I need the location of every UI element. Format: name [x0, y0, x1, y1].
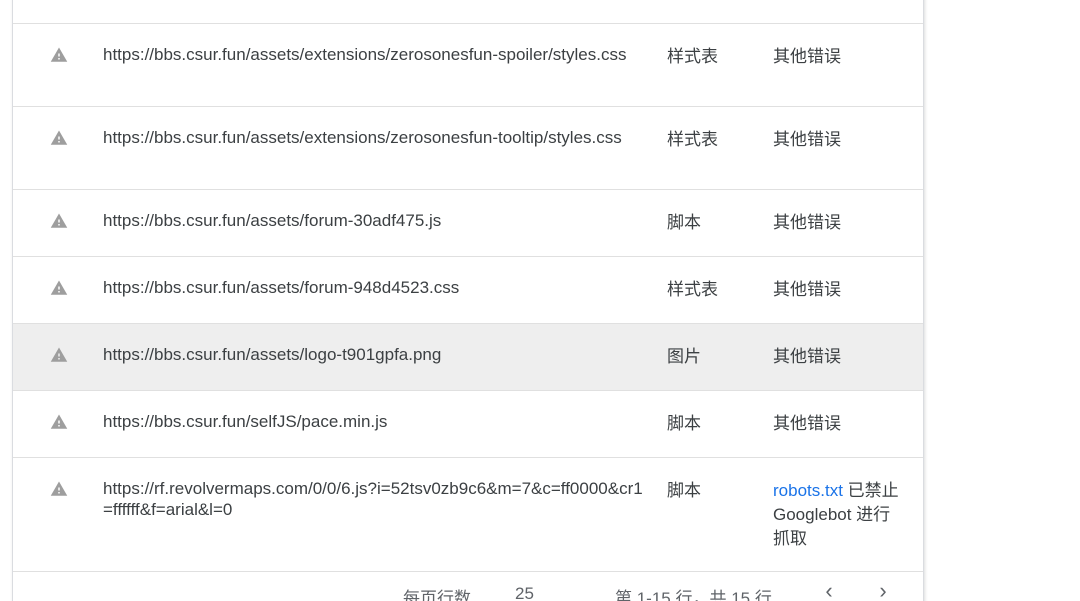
resource-url: https://bbs.csur.fun/assets/forum-30adf4… [103, 211, 442, 230]
resource-status: 其他错误 [773, 414, 841, 433]
table-row[interactable]: https://rf.revolvermaps.com/0/0/6.js?i=5… [13, 458, 923, 572]
chevron-right-icon[interactable]: › [871, 578, 895, 601]
rows-per-page-select[interactable]: 25 [515, 584, 534, 601]
table-row[interactable]: https://bbs.csur.fun/assets/extensions/z… [13, 107, 923, 190]
chevron-left-icon[interactable]: ‹ [817, 578, 841, 601]
warning-icon [50, 130, 68, 145]
resource-status: 其他错误 [773, 213, 841, 232]
resource-status: robots.txt 已禁止 Googlebot 进行抓取 [773, 479, 901, 551]
warning-icon [50, 347, 68, 362]
pagination-range: 第 1-15 行，共 15 行 [615, 589, 772, 601]
table-pagination: 每页行数 25 第 1-15 行，共 15 行 ‹ › [13, 570, 923, 601]
resource-type: 样式表 [667, 280, 718, 299]
resource-status: 其他错误 [773, 280, 841, 299]
resource-type: 图片 [667, 347, 701, 366]
rows-per-page-label: 每页行数 [403, 589, 471, 601]
resource-url: https://bbs.csur.fun/assets/logo-t901gpf… [103, 345, 442, 364]
resource-url: https://bbs.csur.fun/assets/forum-948d45… [103, 278, 460, 297]
warning-icon [50, 481, 68, 496]
table-row[interactable]: https://bbs.csur.fun/assets/forum-30adf4… [13, 190, 923, 257]
resource-url: https://bbs.csur.fun/selfJS/pace.min.js [103, 412, 388, 431]
resource-status: 其他错误 [773, 47, 841, 66]
warning-icon [50, 47, 68, 62]
robots-txt-link[interactable]: robots.txt [773, 481, 843, 500]
resource-url: https://rf.revolvermaps.com/0/0/6.js?i=5… [103, 479, 643, 519]
warning-icon [50, 213, 68, 228]
table-row[interactable]: https://bbs.csur.fun/assets/forum-948d45… [13, 257, 923, 324]
table-row[interactable]: https://bbs.csur.fun/selfJS/pace.min.js … [13, 391, 923, 458]
table-row[interactable]: https://bbs.csur.fun/assets/logo-t901gpf… [13, 324, 923, 391]
table-body: https://bbs.csur.fun/assets/extensions/z… [13, 24, 923, 572]
resource-type: 脚本 [667, 481, 701, 500]
resource-status: 其他错误 [773, 130, 841, 149]
resource-type: 样式表 [667, 47, 718, 66]
resource-status: 其他错误 [773, 347, 841, 366]
page: https://bbs.csur.fun/assets/extensions/z… [0, 0, 1080, 601]
previous-row-stub [13, 0, 923, 24]
resource-type: 样式表 [667, 130, 718, 149]
table-row[interactable]: https://bbs.csur.fun/assets/extensions/z… [13, 24, 923, 107]
resource-url: https://bbs.csur.fun/assets/extensions/z… [103, 128, 622, 147]
resource-type: 脚本 [667, 213, 701, 232]
resource-url: https://bbs.csur.fun/assets/extensions/z… [103, 45, 627, 64]
blocked-resources-table: https://bbs.csur.fun/assets/extensions/z… [12, 0, 924, 601]
warning-icon [50, 414, 68, 429]
resource-type: 脚本 [667, 414, 701, 433]
warning-icon [50, 280, 68, 295]
